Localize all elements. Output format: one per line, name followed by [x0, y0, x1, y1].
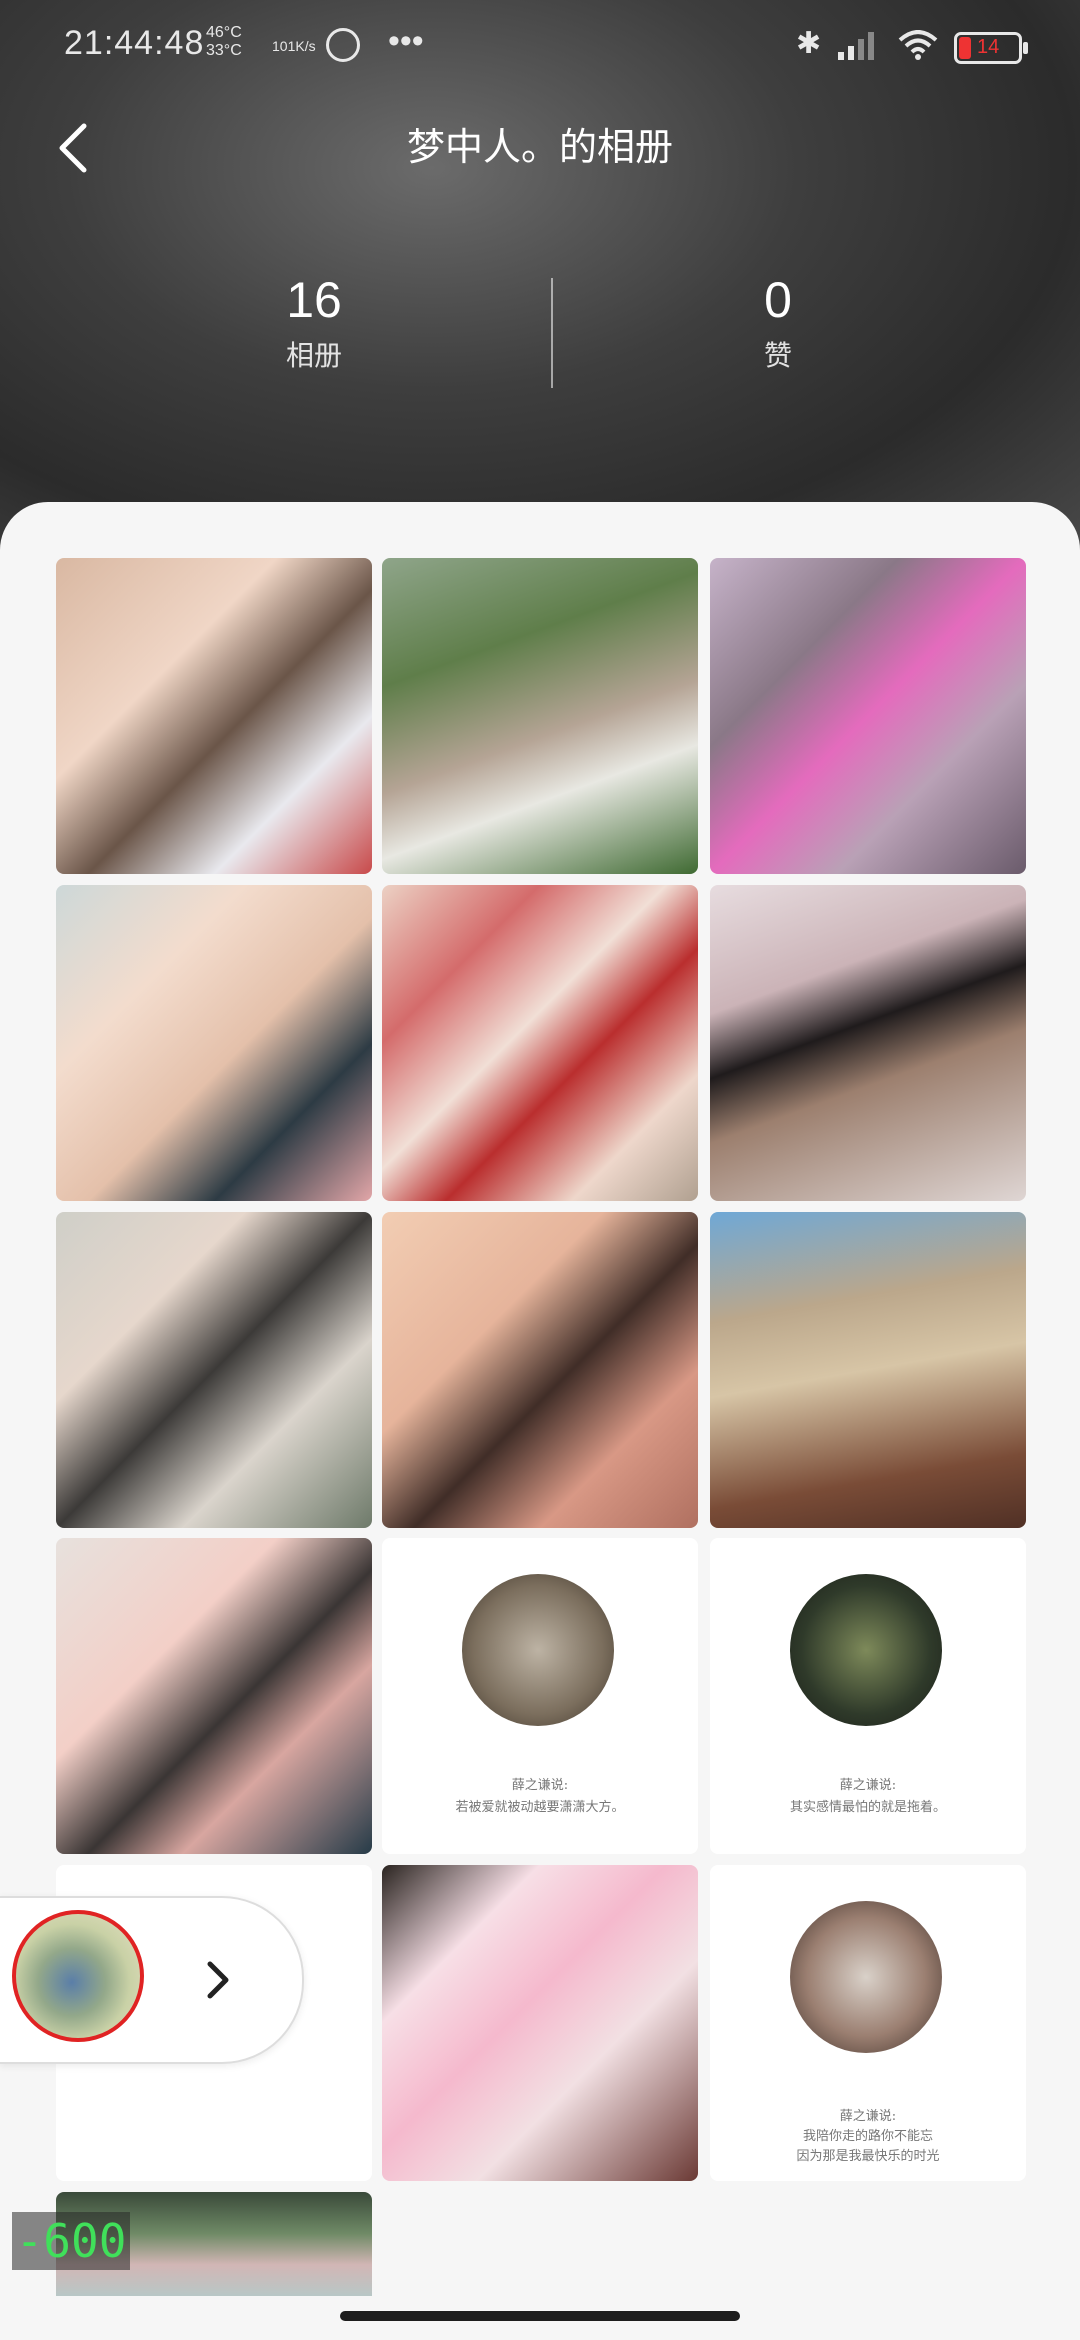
temp-bottom: 33°C: [206, 42, 242, 59]
quote-author: 薛之谦说:: [511, 1778, 569, 1793]
stat-albums[interactable]: 16 相册: [164, 270, 464, 374]
quote-portrait: [790, 1574, 942, 1726]
albums-count: 16: [286, 272, 342, 328]
quote-portrait: [790, 1901, 942, 2053]
debug-counter: -600: [12, 2212, 130, 2270]
album-thumbnail[interactable]: [710, 558, 1026, 874]
bluetooth-icon: ✱: [796, 27, 822, 60]
quote-author: 薛之谦说:: [839, 1778, 897, 1793]
quote-text: 因为那是我最快乐的时光: [796, 2149, 940, 2164]
likes-count: 0: [764, 272, 792, 328]
battery-level: 14: [977, 36, 1000, 58]
album-thumbnail-quote[interactable]: 薛之谦说: 其实感情最怕的就是拖着。: [710, 1538, 1026, 1854]
home-indicator[interactable]: [340, 2311, 740, 2321]
album-thumbnail[interactable]: [382, 1212, 698, 1528]
album-thumbnail[interactable]: [56, 885, 372, 1201]
page-title: 梦中人。的相册: [406, 127, 673, 169]
quote-text: 若被爱就被动越要潇潇大方。: [455, 1800, 625, 1815]
chevron-right-icon[interactable]: [204, 1958, 234, 2002]
album-thumbnail[interactable]: [382, 558, 698, 874]
album-thumbnail[interactable]: [56, 558, 372, 874]
status-time: 21:44:48: [64, 24, 205, 62]
signal-icon: [838, 32, 874, 60]
album-thumbnail[interactable]: [710, 885, 1026, 1201]
status-bar: 21:44:48 46°C 33°C 101K/s ••• ✱ 14: [0, 0, 1080, 100]
network-speed: 101K/s: [272, 38, 316, 54]
likes-label: 赞: [763, 340, 792, 371]
quote-text: 我陪你走的路你不能忘: [802, 2129, 933, 2144]
quote-portrait: [462, 1574, 614, 1726]
album-thumbnail[interactable]: [382, 1865, 698, 2181]
player-avatar[interactable]: [12, 1910, 144, 2042]
floating-player[interactable]: [0, 1896, 304, 2064]
temp-top: 46°C: [206, 24, 242, 41]
wifi-icon: [898, 30, 938, 60]
quote-text: 其实感情最怕的就是拖着。: [789, 1800, 946, 1815]
stat-likes[interactable]: 0 赞: [628, 270, 928, 374]
more-notifications-icon: •••: [388, 22, 424, 60]
status-temperature: 46°C 33°C: [206, 24, 242, 60]
album-thumbnail[interactable]: [382, 885, 698, 1201]
stats-divider: [551, 278, 553, 388]
quote-author: 薛之谦说:: [839, 2109, 897, 2124]
album-thumbnail[interactable]: [710, 1212, 1026, 1528]
album-thumbnail[interactable]: [56, 1212, 372, 1528]
album-thumbnail-quote[interactable]: 薛之谦说: 我陪你走的路你不能忘 因为那是我最快乐的时光: [710, 1865, 1026, 2181]
albums-label: 相册: [285, 340, 342, 371]
album-thumbnail[interactable]: [56, 1538, 372, 1854]
battery-icon: 14: [954, 32, 1028, 64]
stats-bar: 16 相册 0 赞: [0, 270, 1080, 400]
album-thumbnail-quote[interactable]: 薛之谦说: 若被爱就被动越要潇潇大方。: [382, 1538, 698, 1854]
alarm-icon: [326, 28, 360, 62]
